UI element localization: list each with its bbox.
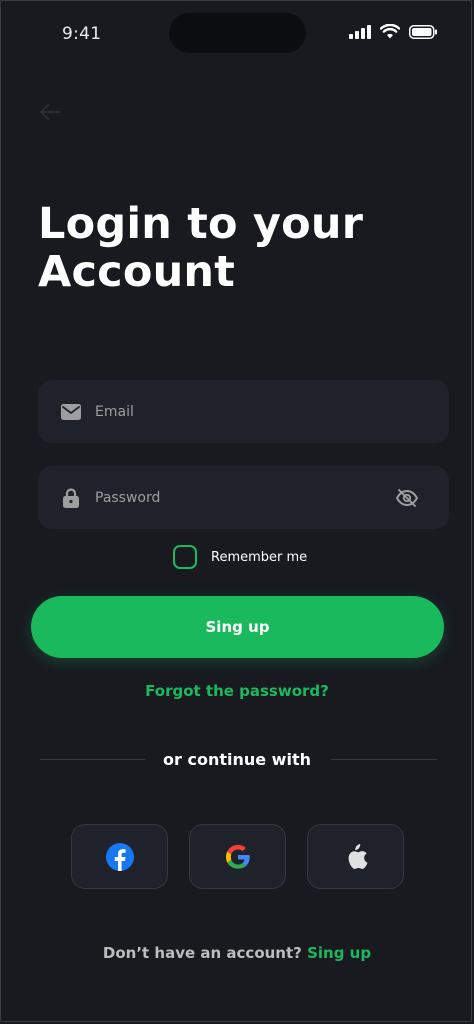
wifi-icon — [379, 23, 401, 43]
back-button[interactable] — [38, 100, 62, 124]
hide-password-toggle[interactable] — [395, 486, 419, 510]
lock-icon — [61, 487, 81, 508]
arrow-left-icon — [40, 104, 60, 120]
password-field[interactable] — [38, 466, 449, 529]
checkbox-box[interactable] — [173, 545, 197, 569]
signup-prompt: Don’t have an account? Sing up — [0, 944, 474, 962]
divider-line-right — [331, 759, 437, 760]
status-icons — [349, 23, 438, 43]
remember-me-label: Remember me — [211, 549, 308, 565]
apple-icon — [348, 843, 367, 869]
google-login-button[interactable] — [189, 824, 286, 889]
email-field[interactable] — [38, 380, 449, 443]
password-input[interactable] — [95, 489, 395, 506]
facebook-login-button[interactable] — [71, 824, 168, 889]
status-time: 9:41 — [62, 24, 102, 44]
page-title: Login to your Account — [38, 199, 364, 297]
google-icon — [225, 844, 250, 869]
remember-me-checkbox[interactable]: Remember me — [173, 545, 307, 569]
footer-sign-up-link[interactable]: Sing up — [307, 944, 371, 962]
eye-off-icon — [395, 488, 419, 507]
signup-prompt-text: Don’t have an account? — [102, 944, 302, 962]
cellular-signal-icon — [349, 24, 371, 43]
mail-icon — [61, 402, 81, 422]
facebook-icon — [105, 842, 134, 871]
email-input[interactable] — [95, 403, 449, 420]
dynamic-island — [169, 13, 306, 53]
sign-up-button[interactable]: Sing up — [31, 596, 444, 658]
battery-icon — [409, 24, 438, 43]
forgot-password-link[interactable]: Forgot the password? — [0, 682, 474, 700]
apple-login-button[interactable] — [307, 824, 404, 889]
